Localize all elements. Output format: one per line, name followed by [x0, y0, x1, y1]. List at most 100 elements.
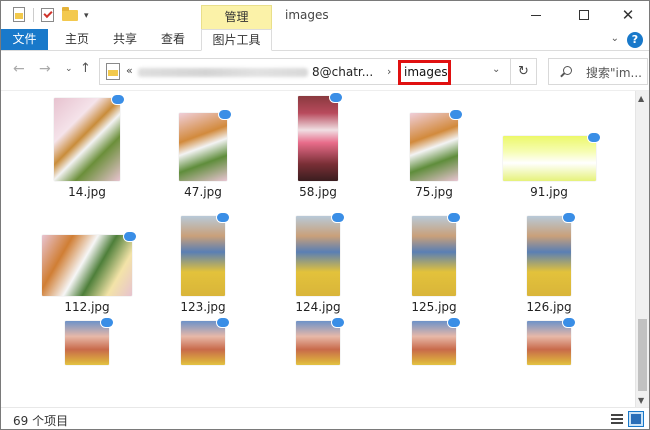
sync-status-icon [448, 318, 460, 327]
chevron-right-icon[interactable]: › [387, 65, 391, 78]
tab-picture-tools[interactable]: 图片工具 [201, 29, 272, 51]
file-name: 14.jpg [68, 185, 106, 199]
file-name: 75.jpg [415, 185, 453, 199]
manage-context-tab[interactable]: 管理 [201, 5, 272, 29]
window-title: images [285, 8, 329, 22]
maximize-button[interactable] [561, 1, 607, 29]
file-item[interactable] [273, 318, 363, 407]
file-name: 123.jpg [180, 300, 226, 314]
image-thumbnail [527, 321, 571, 365]
scrollbar-thumb[interactable] [638, 319, 647, 391]
file-name: 58.jpg [299, 185, 337, 199]
sync-status-icon [217, 318, 229, 327]
customize-toolbar-dropdown-icon[interactable]: ▾ [84, 11, 89, 21]
file-name: 126.jpg [526, 300, 572, 314]
back-arrow-icon[interactable]: ← [13, 61, 25, 77]
blurred-path-segment [138, 68, 308, 77]
sync-status-icon [112, 95, 124, 104]
image-thumbnail [527, 216, 571, 296]
recent-locations-chevron-down-icon[interactable]: ⌄ [65, 64, 73, 74]
refresh-icon: ↻ [518, 64, 529, 79]
sync-status-icon [124, 232, 136, 241]
file-item[interactable] [42, 318, 132, 407]
minimize-button[interactable] [513, 1, 559, 29]
minimize-icon [531, 14, 541, 16]
scroll-up-icon[interactable]: ▲ [638, 94, 644, 103]
address-history-chevron-down-icon[interactable]: ⌄ [492, 64, 500, 75]
navigation-bar: ← → ⌄ ↑ « 8@chatr... › images ⌄ ↻ 搜索"im.… [1, 52, 649, 90]
sync-status-icon [588, 133, 600, 142]
image-thumbnail [298, 96, 338, 181]
image-thumbnail [54, 98, 120, 181]
file-list: 14.jpg 47.jpg 58.jpg 75.jpg 91.jpg 112.jpg 123… [1, 90, 649, 407]
sync-status-icon [563, 213, 575, 222]
chevron-down-icon[interactable]: ⌄ [611, 33, 619, 44]
image-thumbnail [410, 113, 458, 181]
path-segment-parent[interactable]: 8@chatr... [312, 65, 373, 79]
file-item[interactable] [158, 318, 248, 407]
address-bar[interactable]: « 8@chatr... › images ⌄ [99, 58, 511, 85]
title-bar: ▾ 管理 images ✕ [1, 1, 649, 29]
new-folder-icon[interactable] [62, 7, 78, 23]
sync-status-icon [101, 318, 113, 327]
close-icon: ✕ [621, 6, 635, 24]
file-item[interactable]: 14.jpg [42, 91, 132, 201]
file-item[interactable]: 124.jpg [273, 206, 363, 316]
status-bar: 69 个项目 [1, 407, 649, 429]
tab-share[interactable]: 共享 [105, 29, 145, 50]
search-input[interactable]: 搜索"im... [548, 58, 648, 85]
file-name: 112.jpg [64, 300, 110, 314]
details-view-icon[interactable] [609, 411, 625, 427]
forward-arrow-icon[interactable]: → [39, 61, 51, 77]
sync-status-icon [332, 318, 344, 327]
image-thumbnail [181, 216, 225, 296]
sync-status-icon [219, 110, 231, 119]
file-name: 124.jpg [295, 300, 341, 314]
sync-status-icon [448, 213, 460, 222]
hidden-path-icon[interactable]: « [126, 64, 133, 77]
file-name: 47.jpg [184, 185, 222, 199]
image-thumbnail [181, 321, 225, 365]
tab-file[interactable]: 文件 [1, 29, 48, 50]
image-thumbnail [42, 235, 132, 296]
file-item[interactable]: 58.jpg [273, 91, 363, 201]
ribbon-tabs: 文件 主页 共享 查看 图片工具 ⌄ ? [1, 29, 649, 51]
help-icon[interactable]: ? [627, 32, 643, 48]
properties-check-icon[interactable] [40, 7, 56, 23]
toolbar-divider [33, 8, 34, 22]
item-count: 69 个项目 [13, 414, 69, 428]
sync-status-icon [563, 318, 575, 327]
scroll-down-icon[interactable]: ▼ [638, 396, 644, 405]
file-item[interactable]: 123.jpg [158, 206, 248, 316]
up-arrow-icon[interactable]: ↑ [80, 61, 91, 76]
file-item[interactable]: 47.jpg [158, 91, 248, 201]
large-icons-view-icon[interactable] [628, 411, 644, 427]
file-item[interactable]: 112.jpg [42, 206, 136, 316]
vertical-scrollbar[interactable]: ▲ ▼ [635, 91, 649, 407]
file-item[interactable]: 126.jpg [504, 206, 594, 316]
image-thumbnail [412, 321, 456, 365]
image-thumbnail [65, 321, 109, 365]
sync-status-icon [332, 213, 344, 222]
file-name: 125.jpg [411, 300, 457, 314]
file-item[interactable]: 91.jpg [503, 91, 600, 201]
refresh-button[interactable]: ↻ [511, 58, 537, 85]
maximize-icon [579, 10, 589, 20]
quick-access-toolbar: ▾ [11, 6, 89, 24]
image-thumbnail [503, 136, 596, 181]
image-thumbnail [412, 216, 456, 296]
tab-home[interactable]: 主页 [57, 29, 97, 50]
file-explorer-window: ▾ 管理 images ✕ 文件 主页 共享 查看 图片工具 ⌄ ? ← → ⌄… [0, 0, 650, 430]
tab-view[interactable]: 查看 [153, 29, 193, 50]
folder-icon [106, 63, 120, 80]
file-item[interactable]: 125.jpg [389, 206, 479, 316]
sync-status-icon [450, 110, 462, 119]
image-thumbnail [296, 321, 340, 365]
file-item[interactable]: 75.jpg [389, 91, 479, 201]
close-button[interactable]: ✕ [605, 1, 649, 29]
file-item[interactable] [504, 318, 594, 407]
sync-status-icon [330, 93, 342, 102]
path-segment-current[interactable]: images [398, 60, 451, 85]
file-item[interactable] [389, 318, 479, 407]
page-icon[interactable] [11, 7, 27, 23]
